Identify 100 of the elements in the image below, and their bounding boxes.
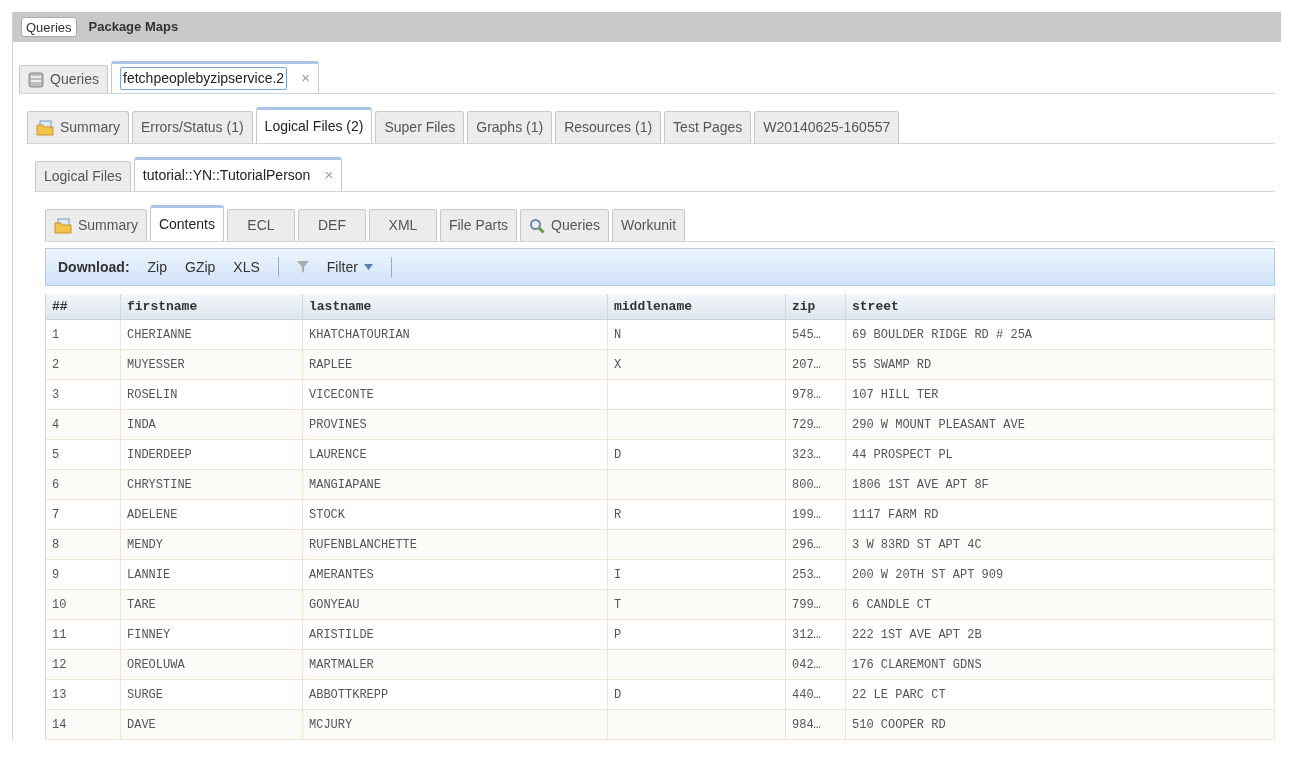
- table-cell: CHERIANNE: [121, 320, 303, 349]
- table-cell: SURGE: [121, 680, 303, 709]
- table-cell: 8: [46, 530, 121, 559]
- table-cell: RAPLEE: [303, 350, 608, 379]
- table-cell: GONYEAU: [303, 590, 608, 619]
- tab[interactable]: Super Files: [375, 111, 465, 143]
- tab[interactable]: Logical Files (2): [255, 107, 373, 143]
- table-cell: DAVE: [121, 710, 303, 739]
- tab[interactable]: Summary: [45, 209, 147, 241]
- table-cell: VICECONTE: [303, 380, 608, 409]
- caret-icon: [363, 264, 373, 270]
- table-cell: 10: [46, 590, 121, 619]
- top-tab[interactable]: Queries: [21, 17, 77, 37]
- table-cell: P: [608, 620, 786, 649]
- table-cell: 107 HILL TER: [846, 380, 1275, 409]
- table-cell: 222 1ST AVE APT 2B: [846, 620, 1275, 649]
- tab[interactable]: Queries: [520, 209, 610, 241]
- tab[interactable]: Errors/Status (1): [131, 111, 253, 143]
- table-cell: MCJURY: [303, 710, 608, 739]
- table-cell: 7: [46, 500, 121, 529]
- tab[interactable]: ECL: [226, 209, 295, 241]
- table-cell: R: [608, 500, 786, 529]
- table-cell: 1806 1ST AVE APT 8F: [846, 470, 1275, 499]
- table-cell: 323…: [786, 440, 846, 469]
- tab[interactable]: Resources (1): [555, 111, 662, 143]
- table-cell: 290 W MOUNT PLEASANT AVE: [846, 410, 1275, 439]
- filter-button[interactable]: Filter: [326, 256, 373, 278]
- table-cell: 2: [46, 350, 121, 379]
- table-cell: 176 CLAREMONT GDNS: [846, 650, 1275, 679]
- table-cell: 13: [46, 680, 121, 709]
- folder-icon: [54, 217, 72, 234]
- table-cell: N: [608, 320, 786, 349]
- table-cell: 3: [46, 380, 121, 409]
- download-button[interactable]: Zip: [147, 256, 167, 278]
- tab[interactable]: DEF: [297, 209, 366, 241]
- table-cell: 12: [46, 650, 121, 679]
- download-button[interactable]: GZip: [185, 256, 216, 278]
- column-header[interactable]: zip: [786, 294, 846, 319]
- tab[interactable]: Test Pages: [664, 111, 752, 143]
- table-cell: 69 BOULDER RIDGE RD # 25A: [846, 320, 1275, 349]
- tab[interactable]: File Parts: [439, 209, 518, 241]
- tab[interactable]: Logical Files: [35, 161, 131, 191]
- table-cell: FINNEY: [121, 620, 303, 649]
- top-tab[interactable]: Package Maps: [84, 17, 183, 37]
- table-cell: 6: [46, 470, 121, 499]
- table-cell: MANGIAPANE: [303, 470, 608, 499]
- tab[interactable]: Summary: [27, 111, 129, 143]
- table-cell: 22 LE PARC CT: [846, 680, 1275, 709]
- table-cell: AMERANTES: [303, 560, 608, 589]
- table-cell: 4: [46, 410, 121, 439]
- table-cell: TARE: [121, 590, 303, 619]
- search-icon: [529, 217, 546, 234]
- table-cell: 440…: [786, 680, 846, 709]
- table-cell: LANNIE: [121, 560, 303, 589]
- table-cell: INDA: [121, 410, 303, 439]
- table-cell: 984…: [786, 710, 846, 739]
- tab[interactable]: Queries: [19, 65, 109, 93]
- table-cell: 296…: [786, 530, 846, 559]
- table-cell: OREOLUWA: [121, 650, 303, 679]
- column-header[interactable]: lastname: [303, 294, 608, 319]
- tab[interactable]: W20140625-160557: [754, 111, 900, 143]
- column-header[interactable]: middlename: [608, 294, 786, 319]
- database-icon: [28, 71, 44, 88]
- table-cell: ADELENE: [121, 500, 303, 529]
- table-cell: T: [608, 590, 786, 619]
- download-button[interactable]: XLS: [233, 256, 260, 278]
- table-cell: 11: [46, 620, 121, 649]
- tab[interactable]: XML: [368, 209, 437, 241]
- table-cell: I: [608, 560, 786, 589]
- tab[interactable]: Graphs (1): [467, 111, 553, 143]
- table-cell: 1117 FARM RD: [846, 500, 1275, 529]
- column-header[interactable]: street: [846, 294, 1275, 319]
- table-cell: D: [608, 680, 786, 709]
- tab[interactable]: tutorial::YN::TutorialPerson ×: [133, 157, 343, 191]
- column-header[interactable]: ##: [46, 294, 121, 319]
- table-cell: 042…: [786, 650, 846, 679]
- table-cell: CHRYSTINE: [121, 470, 303, 499]
- table-cell: 253…: [786, 560, 846, 589]
- table-cell: KHATCHATOURIAN: [303, 320, 608, 349]
- column-header[interactable]: firstname: [121, 294, 303, 319]
- table-cell: STOCK: [303, 500, 608, 529]
- table-cell: 545…: [786, 320, 846, 349]
- table-cell: 1: [46, 320, 121, 349]
- table-cell: X: [608, 350, 786, 379]
- table-cell: 799…: [786, 590, 846, 619]
- table-cell: MENDY: [121, 530, 303, 559]
- table-cell: LAURENCE: [303, 440, 608, 469]
- table-cell: 9: [46, 560, 121, 589]
- tab[interactable]: fetchpeoplebyzipservice.2 ×: [111, 61, 319, 93]
- table-cell: 199…: [786, 500, 846, 529]
- table-cell: 312…: [786, 620, 846, 649]
- folder-icon: [36, 119, 54, 136]
- tab[interactable]: Contents: [149, 205, 224, 241]
- tab[interactable]: Workunit: [612, 209, 686, 241]
- table-cell: ARISTILDE: [303, 620, 608, 649]
- table-cell: 6 CANDLE CT: [846, 590, 1275, 619]
- table-cell: INDERDEEP: [121, 440, 303, 469]
- table-cell: 800…: [786, 470, 846, 499]
- table-cell: ROSELIN: [121, 380, 303, 409]
- table-cell: 44 PROSPECT PL: [846, 440, 1275, 469]
